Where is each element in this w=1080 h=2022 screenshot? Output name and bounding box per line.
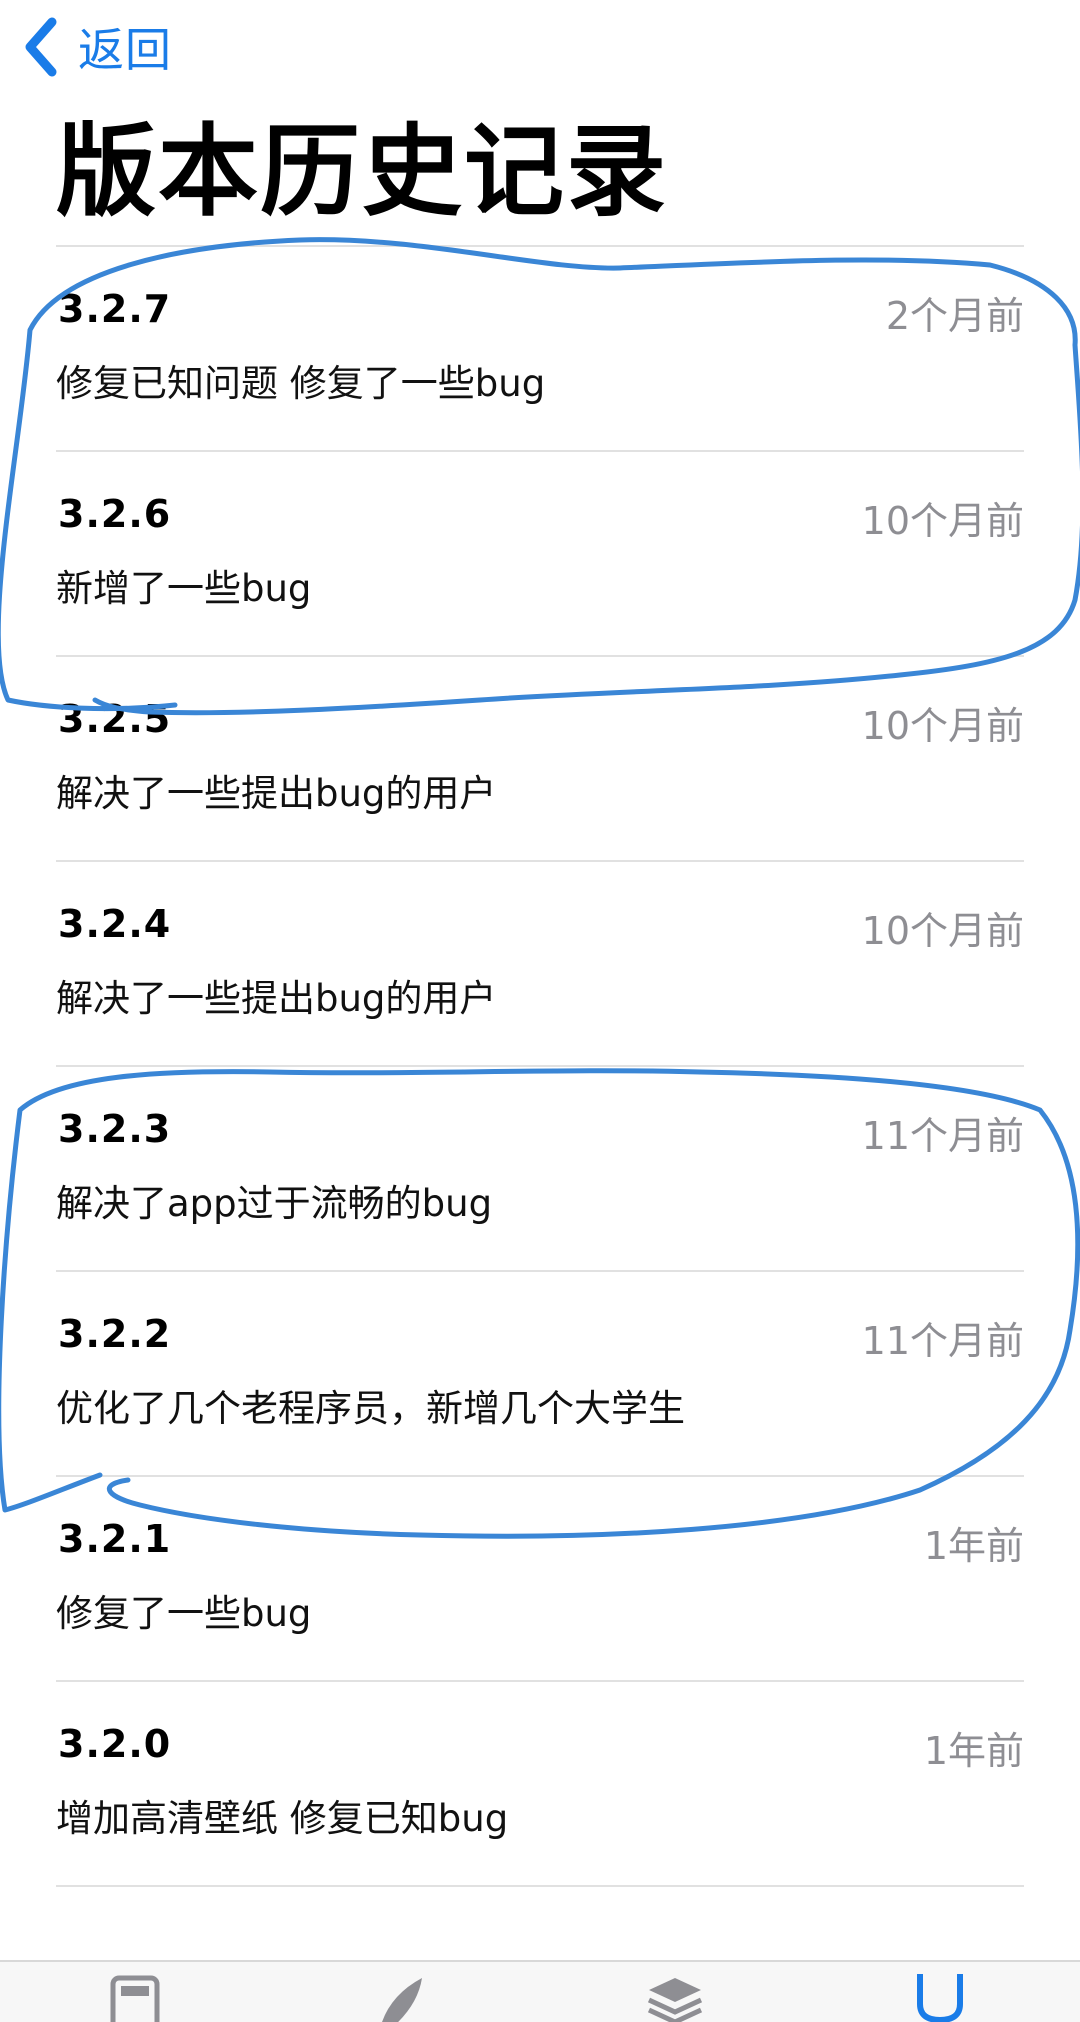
release-notes: 修复了一些bug (56, 1592, 312, 1635)
apps-icon[interactable] (645, 1974, 705, 2022)
release-time: 10个月前 (861, 909, 1024, 953)
release-time: 11个月前 (861, 1114, 1024, 1158)
release-time: 2个月前 (885, 294, 1024, 338)
today-icon[interactable] (105, 1974, 165, 2022)
version-row[interactable]: 3.2.7 2个月前 修复已知问题 修复了一些bug (56, 247, 1024, 452)
release-time: 11个月前 (861, 1319, 1024, 1363)
version-row[interactable]: 3.2.5 10个月前 解决了一些提出bug的用户 (56, 657, 1024, 862)
release-time: 1年前 (923, 1524, 1024, 1568)
release-time: 10个月前 (861, 499, 1024, 543)
page-title: 版本历史记录 (56, 113, 668, 230)
release-notes: 增加高清壁纸 修复已知bug (56, 1797, 509, 1840)
release-time: 1年前 (923, 1729, 1024, 1773)
version-row[interactable]: 3.2.1 1年前 修复了一些bug (56, 1477, 1024, 1682)
version-row-partial[interactable] (56, 1887, 1024, 1967)
version-history-list: 3.2.7 2个月前 修复已知问题 修复了一些bug 3.2.6 10个月前 新… (56, 245, 1024, 1967)
version-number: 3.2.4 (58, 902, 172, 946)
release-notes: 解决了app过于流畅的bug (56, 1182, 493, 1225)
version-number: 3.2.2 (58, 1312, 172, 1356)
chevron-left-icon (25, 17, 57, 77)
navigation-bar: 返回 (0, 0, 1080, 100)
version-number: 3.2.7 (58, 287, 172, 331)
version-row[interactable]: 3.2.3 11个月前 解决了app过于流畅的bug (56, 1067, 1024, 1272)
release-notes: 新增了一些bug (56, 567, 312, 610)
release-notes: 修复已知问题 修复了一些bug (56, 362, 546, 405)
tab-bar (0, 1960, 1080, 2022)
version-number: 3.2.6 (58, 492, 172, 536)
version-number: 3.2.5 (58, 697, 172, 741)
updates-icon[interactable] (910, 1974, 970, 2022)
back-label: 返回 (78, 23, 172, 77)
release-notes: 解决了一些提出bug的用户 (56, 977, 497, 1020)
version-row[interactable]: 3.2.6 10个月前 新增了一些bug (56, 452, 1024, 657)
version-row[interactable]: 3.2.2 11个月前 优化了几个老程序员，新增几个大学生 (56, 1272, 1024, 1477)
version-number: 3.2.3 (58, 1107, 172, 1151)
games-icon[interactable] (372, 1974, 432, 2022)
version-number: 3.2.1 (58, 1517, 172, 1561)
version-row[interactable]: 3.2.4 10个月前 解决了一些提出bug的用户 (56, 862, 1024, 1067)
back-button[interactable]: 返回 (20, 12, 172, 82)
release-notes: 优化了几个老程序员，新增几个大学生 (56, 1387, 685, 1430)
version-number: 3.2.0 (58, 1722, 172, 1766)
release-time: 10个月前 (861, 704, 1024, 748)
release-notes: 解决了一些提出bug的用户 (56, 772, 497, 815)
version-row[interactable]: 3.2.0 1年前 增加高清壁纸 修复已知bug (56, 1682, 1024, 1887)
